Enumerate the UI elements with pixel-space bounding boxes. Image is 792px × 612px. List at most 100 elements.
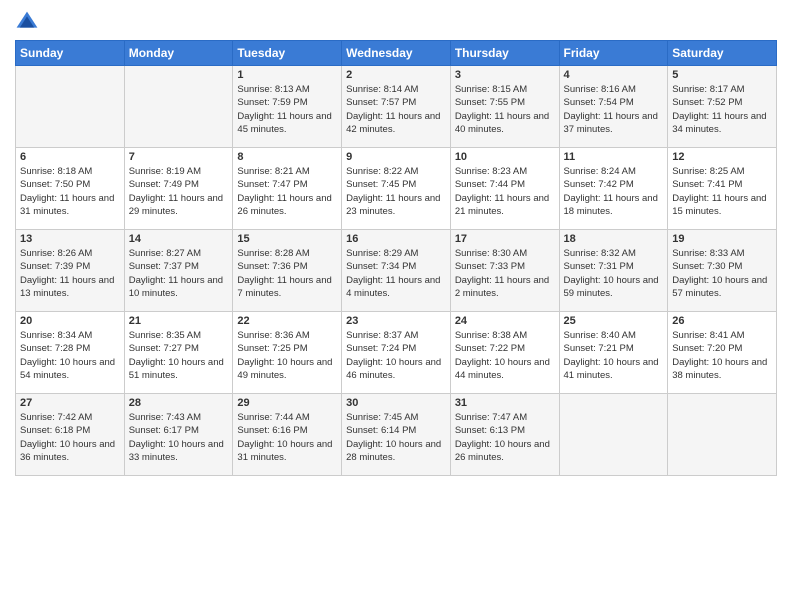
calendar-cell	[124, 66, 233, 148]
calendar-body: 1 Sunrise: 8:13 AM Sunset: 7:59 PM Daylig…	[16, 66, 777, 476]
logo	[15, 10, 43, 34]
day-info: Sunrise: 8:33 AM Sunset: 7:30 PM Dayligh…	[672, 247, 772, 300]
calendar-cell: 28Sunrise: 7:43 AM Sunset: 6:17 PM Dayli…	[124, 394, 233, 476]
day-info: Sunrise: 8:17 AM Sunset: 7:52 PM Dayligh…	[672, 83, 772, 136]
day-number: 20	[20, 315, 120, 327]
calendar-cell: 19 Sunrise: 8:33 AM Sunset: 7:30 PM Dayli…	[668, 230, 777, 312]
day-info: Sunrise: 8:24 AM Sunset: 7:42 PM Dayligh…	[564, 165, 664, 218]
calendar-week-2: 6Sunrise: 8:18 AM Sunset: 7:50 PM Daylig…	[16, 148, 777, 230]
calendar-cell	[16, 66, 125, 148]
day-number: 28	[129, 397, 229, 409]
day-number: 15	[237, 233, 337, 245]
calendar-cell: 29 Sunrise: 7:44 AM Sunset: 6:16 PM Dayli…	[233, 394, 342, 476]
day-number: 18	[564, 233, 664, 245]
day-info: Sunrise: 8:16 AM Sunset: 7:54 PM Dayligh…	[564, 83, 664, 136]
day-number: 27	[20, 397, 120, 409]
day-number: 4	[564, 69, 664, 81]
calendar-cell: 30 Sunrise: 7:45 AM Sunset: 6:14 PM Dayli…	[342, 394, 451, 476]
calendar-header: SundayMondayTuesdayWednesdayThursdayFrid…	[16, 41, 777, 66]
calendar-week-3: 13 Sunrise: 8:26 AM Sunset: 7:39 PM Dayli…	[16, 230, 777, 312]
calendar-cell: 1 Sunrise: 8:13 AM Sunset: 7:59 PM Daylig…	[233, 66, 342, 148]
day-info: Sunrise: 8:41 AM Sunset: 7:20 PM Dayligh…	[672, 329, 772, 382]
day-number: 14	[129, 233, 229, 245]
calendar-week-4: 20 Sunrise: 8:34 AM Sunset: 7:28 PM Dayli…	[16, 312, 777, 394]
day-info: Sunrise: 8:30 AM Sunset: 7:33 PM Dayligh…	[455, 247, 555, 300]
day-number: 6	[20, 151, 120, 163]
day-info: Sunrise: 7:47 AM Sunset: 6:13 PM Dayligh…	[455, 411, 555, 464]
column-header-wednesday: Wednesday	[342, 41, 451, 66]
day-info: Sunrise: 7:42 AM Sunset: 6:18 PM Dayligh…	[20, 411, 120, 464]
day-info: Sunrise: 8:28 AM Sunset: 7:36 PM Dayligh…	[237, 247, 337, 300]
column-header-thursday: Thursday	[450, 41, 559, 66]
calendar-cell: 14 Sunrise: 8:27 AM Sunset: 7:37 PM Dayli…	[124, 230, 233, 312]
day-number: 2	[346, 69, 446, 81]
day-number: 16	[346, 233, 446, 245]
column-header-monday: Monday	[124, 41, 233, 66]
calendar-cell: 2 Sunrise: 8:14 AM Sunset: 7:57 PM Daylig…	[342, 66, 451, 148]
day-info: Sunrise: 8:13 AM Sunset: 7:59 PM Dayligh…	[237, 83, 337, 136]
calendar-cell: 9 Sunrise: 8:22 AM Sunset: 7:45 PM Daylig…	[342, 148, 451, 230]
calendar-cell	[668, 394, 777, 476]
day-number: 5	[672, 69, 772, 81]
day-info: Sunrise: 8:27 AM Sunset: 7:37 PM Dayligh…	[129, 247, 229, 300]
day-number: 30	[346, 397, 446, 409]
day-number: 8	[237, 151, 337, 163]
calendar-cell: 7 Sunrise: 8:19 AM Sunset: 7:49 PM Daylig…	[124, 148, 233, 230]
day-info: Sunrise: 8:35 AM Sunset: 7:27 PM Dayligh…	[129, 329, 229, 382]
calendar-cell: 24 Sunrise: 8:38 AM Sunset: 7:22 PM Dayli…	[450, 312, 559, 394]
calendar-cell: 16Sunrise: 8:29 AM Sunset: 7:34 PM Dayli…	[342, 230, 451, 312]
day-number: 3	[455, 69, 555, 81]
day-number: 31	[455, 397, 555, 409]
calendar-cell: 3Sunrise: 8:15 AM Sunset: 7:55 PM Daylig…	[450, 66, 559, 148]
day-number: 1	[237, 69, 337, 81]
day-number: 23	[346, 315, 446, 327]
day-info: Sunrise: 8:14 AM Sunset: 7:57 PM Dayligh…	[346, 83, 446, 136]
day-number: 29	[237, 397, 337, 409]
day-info: Sunrise: 8:40 AM Sunset: 7:21 PM Dayligh…	[564, 329, 664, 382]
calendar-cell: 12 Sunrise: 8:25 AM Sunset: 7:41 PM Dayli…	[668, 148, 777, 230]
day-number: 19	[672, 233, 772, 245]
day-number: 13	[20, 233, 120, 245]
day-info: Sunrise: 8:36 AM Sunset: 7:25 PM Dayligh…	[237, 329, 337, 382]
calendar-cell: 26Sunrise: 8:41 AM Sunset: 7:20 PM Dayli…	[668, 312, 777, 394]
calendar-cell: 27 Sunrise: 7:42 AM Sunset: 6:18 PM Dayli…	[16, 394, 125, 476]
header	[15, 10, 777, 34]
header-row: SundayMondayTuesdayWednesdayThursdayFrid…	[16, 41, 777, 66]
day-info: Sunrise: 8:25 AM Sunset: 7:41 PM Dayligh…	[672, 165, 772, 218]
calendar-cell: 23 Sunrise: 8:37 AM Sunset: 7:24 PM Dayli…	[342, 312, 451, 394]
calendar-cell: 21Sunrise: 8:35 AM Sunset: 7:27 PM Dayli…	[124, 312, 233, 394]
page-container: SundayMondayTuesdayWednesdayThursdayFrid…	[0, 0, 792, 486]
calendar-cell: 15 Sunrise: 8:28 AM Sunset: 7:36 PM Dayli…	[233, 230, 342, 312]
day-number: 12	[672, 151, 772, 163]
day-info: Sunrise: 8:19 AM Sunset: 7:49 PM Dayligh…	[129, 165, 229, 218]
calendar-cell: 13 Sunrise: 8:26 AM Sunset: 7:39 PM Dayli…	[16, 230, 125, 312]
calendar-cell: 5 Sunrise: 8:17 AM Sunset: 7:52 PM Daylig…	[668, 66, 777, 148]
day-number: 22	[237, 315, 337, 327]
calendar-cell: 11 Sunrise: 8:24 AM Sunset: 7:42 PM Dayli…	[559, 148, 668, 230]
day-info: Sunrise: 8:22 AM Sunset: 7:45 PM Dayligh…	[346, 165, 446, 218]
calendar-cell: 8 Sunrise: 8:21 AM Sunset: 7:47 PM Daylig…	[233, 148, 342, 230]
calendar-week-5: 27 Sunrise: 7:42 AM Sunset: 6:18 PM Dayli…	[16, 394, 777, 476]
day-info: Sunrise: 8:37 AM Sunset: 7:24 PM Dayligh…	[346, 329, 446, 382]
day-info: Sunrise: 8:26 AM Sunset: 7:39 PM Dayligh…	[20, 247, 120, 300]
day-info: Sunrise: 7:45 AM Sunset: 6:14 PM Dayligh…	[346, 411, 446, 464]
column-header-saturday: Saturday	[668, 41, 777, 66]
day-number: 7	[129, 151, 229, 163]
column-header-sunday: Sunday	[16, 41, 125, 66]
calendar-cell: 10Sunrise: 8:23 AM Sunset: 7:44 PM Dayli…	[450, 148, 559, 230]
calendar-cell: 31 Sunrise: 7:47 AM Sunset: 6:13 PM Dayli…	[450, 394, 559, 476]
day-number: 11	[564, 151, 664, 163]
day-info: Sunrise: 7:44 AM Sunset: 6:16 PM Dayligh…	[237, 411, 337, 464]
day-number: 17	[455, 233, 555, 245]
day-number: 10	[455, 151, 555, 163]
calendar-week-1: 1 Sunrise: 8:13 AM Sunset: 7:59 PM Daylig…	[16, 66, 777, 148]
day-number: 9	[346, 151, 446, 163]
day-info: Sunrise: 8:34 AM Sunset: 7:28 PM Dayligh…	[20, 329, 120, 382]
day-info: Sunrise: 8:38 AM Sunset: 7:22 PM Dayligh…	[455, 329, 555, 382]
column-header-friday: Friday	[559, 41, 668, 66]
calendar-cell: 6Sunrise: 8:18 AM Sunset: 7:50 PM Daylig…	[16, 148, 125, 230]
day-number: 24	[455, 315, 555, 327]
calendar-cell: 22 Sunrise: 8:36 AM Sunset: 7:25 PM Dayli…	[233, 312, 342, 394]
day-info: Sunrise: 8:21 AM Sunset: 7:47 PM Dayligh…	[237, 165, 337, 218]
calendar-cell: 17 Sunrise: 8:30 AM Sunset: 7:33 PM Dayli…	[450, 230, 559, 312]
